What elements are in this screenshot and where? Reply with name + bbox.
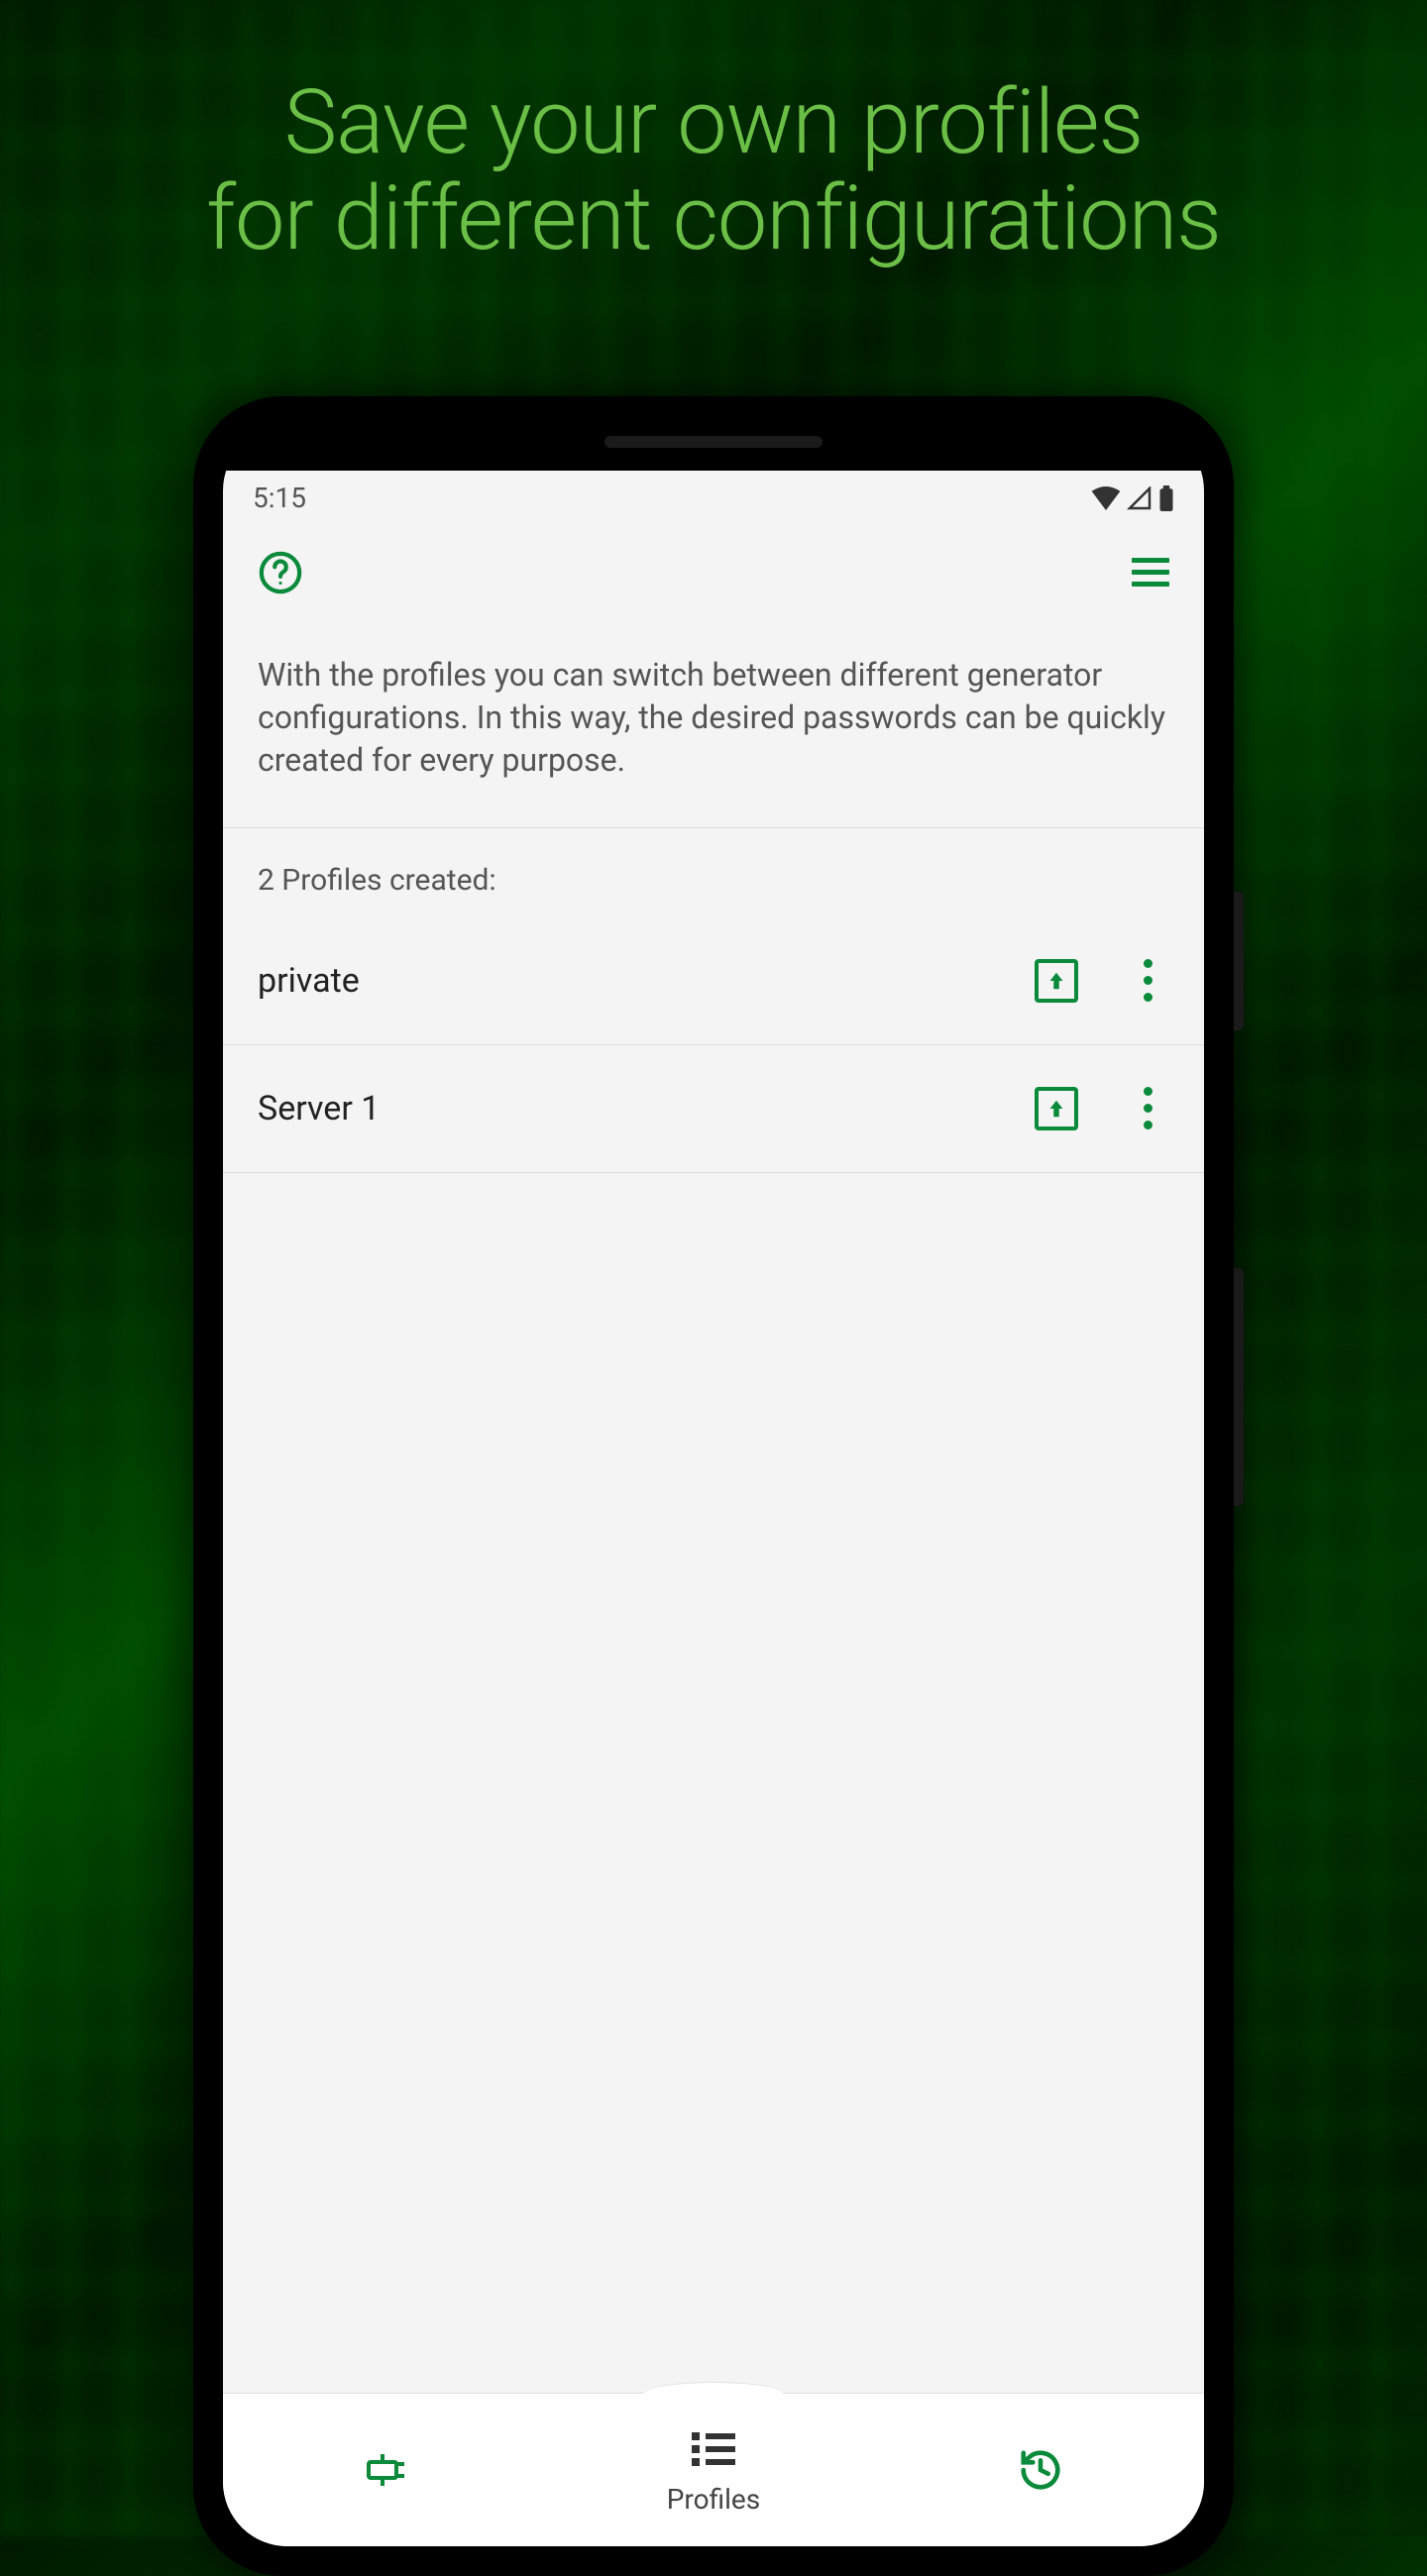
profile-item[interactable]: Server 1: [223, 1045, 1204, 1173]
upload-icon[interactable]: [1035, 959, 1078, 1003]
status-bar: 5:15: [223, 471, 1204, 525]
headline-line-2: for different configurations: [0, 170, 1427, 267]
battery-icon: [1158, 485, 1174, 511]
more-options-icon[interactable]: [1138, 959, 1169, 1002]
list-icon: [690, 2425, 737, 2473]
status-time: 5:15: [253, 482, 306, 514]
profile-name: Server 1: [258, 1089, 1035, 1128]
signal-icon: [1127, 486, 1153, 510]
help-icon[interactable]: [258, 550, 303, 595]
profile-count-label: 2 Profiles created:: [223, 828, 1204, 917]
headline-line-1: Save your own profiles: [0, 74, 1427, 170]
more-options-icon[interactable]: [1138, 1087, 1169, 1129]
phone-side-button: [1234, 1268, 1244, 1506]
nav-profiles-label: Profiles: [667, 2483, 760, 2516]
phone-screen: 5:15: [223, 471, 1204, 2546]
phone-speaker: [604, 436, 823, 448]
profile-name: private: [258, 961, 1035, 1001]
profile-item[interactable]: private: [223, 917, 1204, 1045]
generator-icon: [363, 2446, 410, 2494]
hamburger-menu-icon[interactable]: [1132, 558, 1169, 587]
wifi-icon: [1091, 486, 1121, 510]
phone-frame: 5:15: [193, 396, 1234, 2576]
description-text: With the profiles you can switch between…: [223, 619, 1204, 828]
phone-inner: 5:15: [223, 426, 1204, 2546]
app-bar: [223, 525, 1204, 619]
nav-history[interactable]: [877, 2394, 1204, 2546]
profile-list: private Server 1: [223, 917, 1204, 2393]
phone-side-button: [1234, 892, 1244, 1030]
upload-icon[interactable]: [1035, 1087, 1078, 1130]
nav-generator[interactable]: [223, 2394, 550, 2546]
history-icon: [1017, 2446, 1064, 2494]
nav-profiles[interactable]: Profiles: [550, 2394, 877, 2546]
status-icons: [1091, 485, 1174, 511]
bottom-nav: Profiles: [223, 2393, 1204, 2546]
promo-headline: Save your own profiles for different con…: [0, 0, 1427, 267]
nav-bump: [644, 2382, 783, 2406]
